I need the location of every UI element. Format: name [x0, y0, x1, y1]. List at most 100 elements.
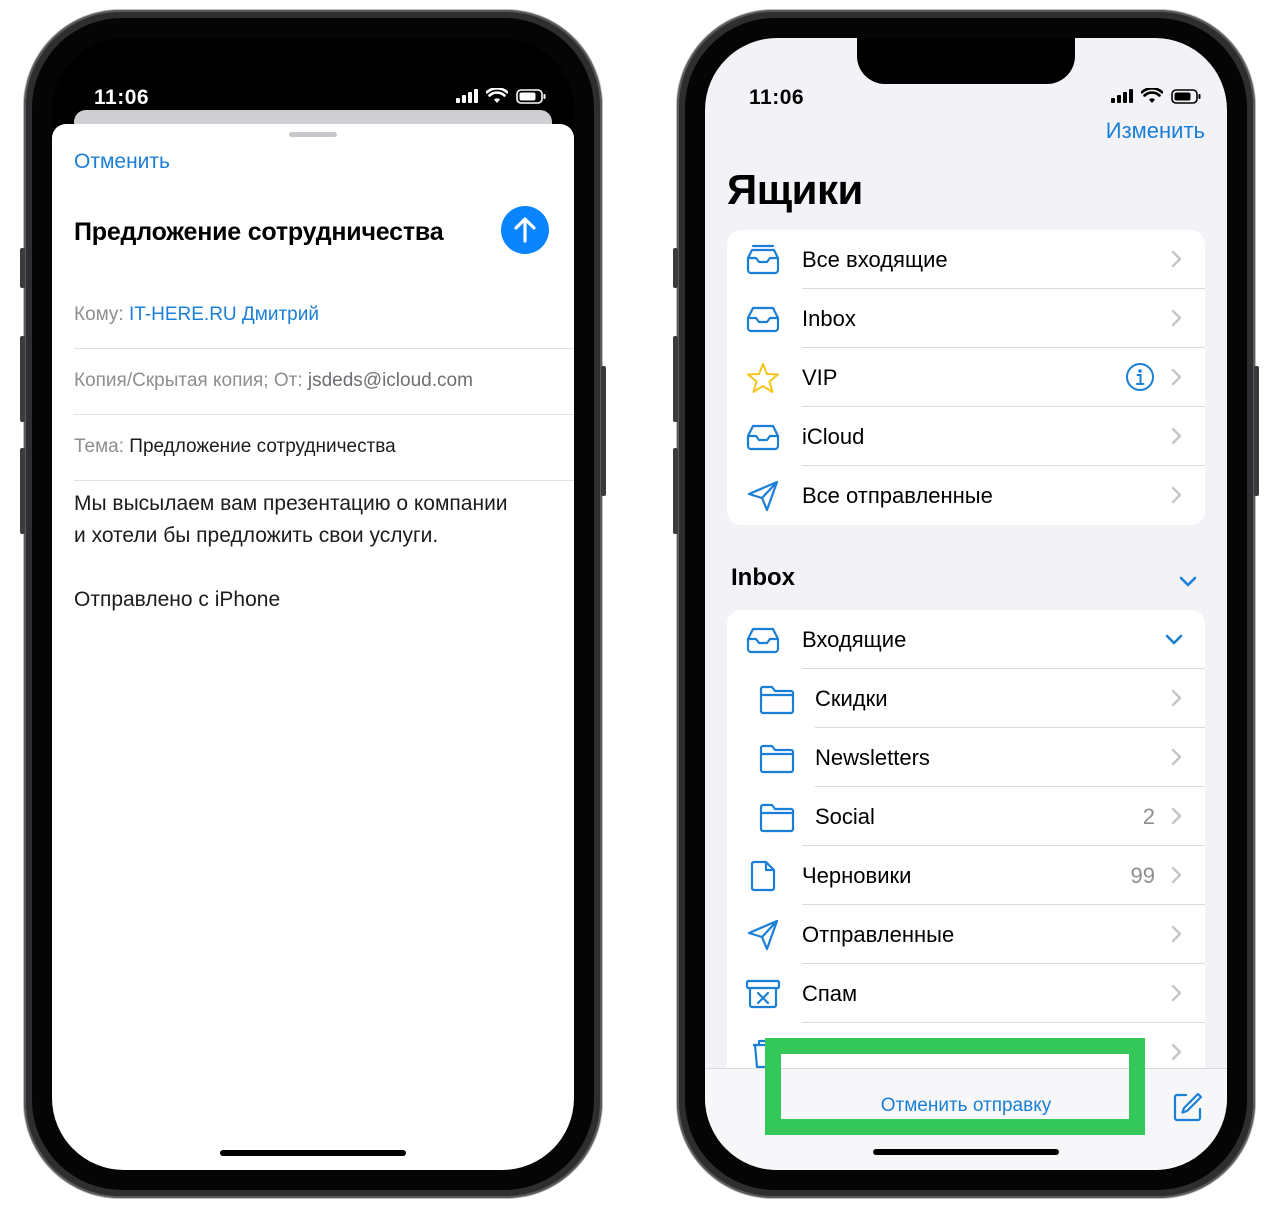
chevron-right-icon — [1171, 689, 1182, 707]
subject-label: Тема: — [74, 436, 125, 457]
folder-label: Social — [815, 804, 875, 829]
message-body[interactable]: Мы высылаем вам презентацию о компании и… — [74, 488, 564, 552]
cc-from-field[interactable]: Копия/Скрытая копия; От: jsdeds@icloud.c… — [74, 370, 574, 392]
mute-switch — [673, 248, 678, 288]
mailbox-label: VIP — [802, 365, 838, 390]
compose-title: Предложение сотрудничества — [74, 218, 444, 246]
status-icons — [456, 88, 546, 104]
status-icons — [1111, 88, 1201, 104]
divider — [74, 480, 574, 481]
inbox-folders-list: Входящие Скидки Newsletters Social 2 Чер… — [727, 610, 1205, 1068]
folder-row-newsletters[interactable]: Newsletters — [727, 728, 1205, 787]
folder-row-skidki[interactable]: Скидки — [727, 669, 1205, 728]
chevron-right-icon — [1171, 486, 1182, 504]
folder-label: Спам — [802, 981, 858, 1006]
wifi-icon — [486, 88, 508, 103]
star-icon — [747, 363, 779, 393]
folder-label: Скидки — [815, 686, 888, 711]
to-label: Кому: — [74, 304, 124, 325]
divider — [74, 414, 574, 415]
folder-row-inbox[interactable]: Входящие — [727, 610, 1205, 669]
chevron-down-icon[interactable] — [1179, 576, 1197, 588]
chevron-right-icon — [1171, 1043, 1182, 1061]
tray-icon — [746, 306, 780, 333]
tray-icon — [746, 424, 780, 451]
to-field[interactable]: Кому: IT-HERE.RU Дмитрий — [74, 304, 574, 326]
folder-row-sent[interactable]: Отправленные — [727, 905, 1205, 964]
edit-button[interactable]: Изменить — [1106, 118, 1205, 144]
junk-box-icon — [745, 979, 781, 1009]
page-title: Ящики — [727, 166, 863, 213]
chevron-right-icon — [1171, 368, 1182, 386]
mailbox-label: Все отправленные — [802, 483, 993, 508]
battery-icon — [1171, 88, 1201, 104]
chevron-right-icon — [1171, 807, 1182, 825]
side-button — [1254, 366, 1259, 496]
mailboxes-list: Все входящие Inbox VIP iCloud Все отправ… — [727, 230, 1205, 525]
side-button — [601, 366, 606, 496]
folder-label: Входящие — [802, 627, 907, 652]
mute-switch — [20, 248, 25, 288]
unread-count: 2 — [1142, 804, 1155, 829]
folder-row-drafts[interactable]: Черновики 99 — [727, 846, 1205, 905]
volume-down-button — [20, 448, 25, 534]
highlight-frame — [765, 1038, 1145, 1135]
folder-row-junk[interactable]: Спам — [727, 964, 1205, 1023]
mailbox-row-vip[interactable]: VIP — [727, 348, 1205, 407]
cellular-signal-icon — [456, 89, 478, 103]
tray-stack-icon — [746, 244, 780, 275]
subject-value[interactable]: Предложение сотрудничества — [129, 436, 395, 457]
status-time: 11:06 — [749, 86, 805, 109]
sheet-grabber[interactable] — [289, 132, 337, 137]
folder-label: Newsletters — [815, 745, 930, 770]
status-time: 11:06 — [94, 86, 150, 109]
volume-down-button — [673, 448, 678, 534]
paperplane-icon — [747, 919, 779, 951]
body-line: и хотели бы предложить свои услуги. — [74, 524, 439, 547]
chevron-right-icon — [1171, 748, 1182, 766]
chevron-right-icon — [1171, 866, 1182, 884]
compose-sheet: Отменить Предложение сотрудничества Кому… — [52, 124, 574, 1170]
wifi-icon — [1141, 88, 1163, 103]
from-address: jsdeds@icloud.com — [307, 370, 473, 391]
signature: Отправлено с iPhone — [74, 588, 281, 611]
info-icon[interactable] — [1125, 362, 1155, 392]
folder-icon — [759, 803, 795, 833]
compose-icon[interactable] — [1172, 1091, 1204, 1123]
arrow-up-icon — [514, 217, 536, 243]
chevron-right-icon — [1171, 984, 1182, 1002]
folder-label: Черновики — [802, 863, 912, 888]
chevron-right-icon — [1171, 427, 1182, 445]
divider — [74, 348, 574, 349]
notch — [857, 38, 1075, 84]
home-indicator[interactable] — [220, 1150, 406, 1156]
home-indicator[interactable] — [873, 1149, 1059, 1155]
subject-field[interactable]: Тема: Предложение сотрудничества — [74, 436, 574, 458]
folder-row-social[interactable]: Social 2 — [727, 787, 1205, 846]
mailbox-label: Все входящие — [802, 247, 948, 272]
tray-icon — [746, 627, 780, 654]
doc-icon — [750, 860, 776, 892]
chevron-down-icon[interactable] — [1165, 634, 1183, 646]
mailbox-row-icloud[interactable]: iCloud — [727, 407, 1205, 466]
paperplane-icon — [747, 480, 779, 512]
phone-compose: 11:06 Отменить Предложение сотрудничеств… — [20, 10, 606, 1198]
phone-mailboxes: 11:06 Изменить Ящики Все входящие Inbox … — [673, 10, 1259, 1198]
volume-up-button — [673, 336, 678, 422]
mailbox-row-all-sent[interactable]: Все отправленные — [727, 466, 1205, 525]
cc-label: Копия/Скрытая копия; От: — [74, 370, 303, 391]
mailbox-label: Inbox — [802, 306, 856, 331]
chevron-right-icon — [1171, 250, 1182, 268]
to-recipient[interactable]: IT-HERE.RU Дмитрий — [129, 304, 319, 325]
folder-icon — [759, 744, 795, 774]
section-title-inbox[interactable]: Inbox — [731, 564, 795, 592]
body-line: Мы высылаем вам презентацию о компании — [74, 492, 508, 515]
draft-count: 99 — [1130, 863, 1155, 888]
mailbox-row-inbox[interactable]: Inbox — [727, 289, 1205, 348]
cancel-button[interactable]: Отменить — [74, 150, 170, 174]
folder-label: Отправленные — [802, 922, 955, 947]
battery-icon — [516, 88, 546, 104]
send-button[interactable] — [501, 206, 549, 254]
volume-up-button — [20, 336, 25, 422]
mailbox-row-all-inboxes[interactable]: Все входящие — [727, 230, 1205, 289]
